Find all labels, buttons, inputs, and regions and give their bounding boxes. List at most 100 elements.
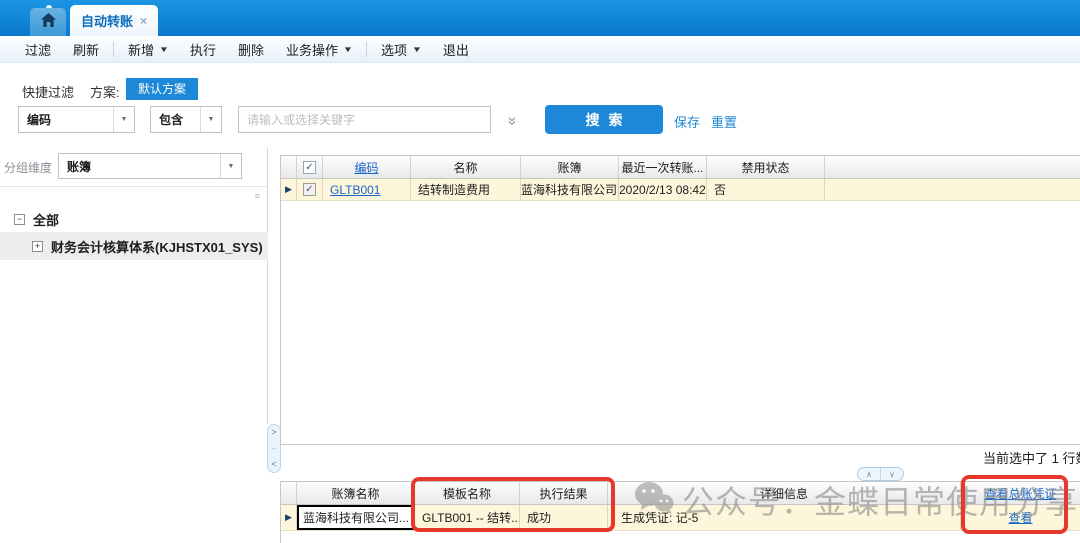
filter-operator-select[interactable]: 包含 ▼ — [150, 106, 222, 133]
cell-name-text: 结转制造费用 — [418, 181, 490, 198]
toolbar-button-exit-label: 退出 — [443, 40, 469, 59]
chevron-down-icon: ▼ — [113, 107, 134, 132]
header-exec-result[interactable]: 执行结果 — [520, 482, 608, 504]
toolbar-button-refresh-label: 刷新 — [73, 40, 99, 59]
tree-collapse-icon[interactable]: − — [14, 214, 25, 225]
cell-code[interactable]: GLTB001 — [323, 179, 411, 200]
row-pager[interactable]: ∧ ∨ — [857, 467, 904, 481]
toolbar-button-exit[interactable]: 退出 — [432, 36, 480, 62]
cell-disabled-status-text: 否 — [714, 181, 726, 198]
reset-link[interactable]: 重置 — [711, 112, 737, 131]
save-link[interactable]: 保存 — [674, 112, 700, 131]
tree-item-all[interactable]: − 全部 — [0, 206, 268, 232]
row-arrow-icon: ▶ — [285, 184, 292, 195]
cell-exec-result: 成功 — [520, 505, 608, 530]
view-voucher-header-link[interactable]: 查看总账凭证 — [984, 485, 1056, 502]
code-link[interactable]: GLTB001 — [330, 183, 380, 197]
cell-name: 结转制造费用 — [411, 179, 521, 200]
chevron-down-icon[interactable]: ∨ — [881, 468, 903, 480]
header-disabled-status[interactable]: 禁用状态 — [707, 156, 825, 178]
chevron-up-icon[interactable]: ∧ — [858, 468, 881, 480]
toolbar-button-refresh[interactable]: 刷新 — [62, 36, 110, 62]
collapse-left-icon[interactable]: < — [271, 460, 276, 469]
header-code[interactable]: 编码 — [323, 156, 411, 178]
header-code-label[interactable]: 编码 — [354, 159, 378, 176]
panel-splitter[interactable]: > – < — [267, 424, 281, 473]
header-book-name[interactable]: 账簿名称 — [297, 482, 415, 504]
cell-book: 蓝海科技有限公司 — [521, 179, 619, 200]
toolbar-button-business-ops[interactable]: 业务操作 ▼ — [275, 36, 363, 62]
tab-home[interactable] — [30, 8, 66, 36]
toolbar: 过滤 刷新 新增 ▼ 执行 删除 业务操作 ▼ 选项 ▼ 退出 — [0, 36, 1080, 63]
row-indicator-cell: ▶ — [281, 505, 297, 530]
filter-operator-select-value: 包含 — [151, 111, 200, 128]
toolbar-button-filter[interactable]: 过滤 — [14, 36, 62, 62]
cell-empty — [825, 179, 1080, 200]
toolbar-button-options[interactable]: 选项 ▼ — [370, 36, 432, 62]
cell-view[interactable]: 查看 — [961, 505, 1080, 530]
close-icon[interactable]: × — [140, 14, 147, 28]
expand-filter-icon[interactable]: « — [503, 112, 521, 130]
tree-handle-icon[interactable]: ≡ — [255, 191, 260, 201]
scheme-label: 方案: — [90, 82, 120, 101]
toolbar-button-business-ops-label: 业务操作 — [286, 40, 338, 59]
cell-book-name[interactable]: 蓝海科技有限公司... — [297, 505, 415, 530]
row-arrow-icon: ▶ — [285, 512, 292, 523]
execution-result-table: 账簿名称 模板名称 执行结果 详细信息 查看总账凭证 ▶ 蓝海科技有限公司... — [280, 481, 1080, 543]
select-all-checkbox-cell[interactable]: ✓ — [297, 156, 323, 178]
header-name-label: 名称 — [453, 159, 477, 176]
cell-exec-result-text: 成功 — [527, 509, 551, 526]
tab-auto-transfer[interactable]: 自动转账 × — [70, 5, 158, 36]
toolbar-button-new-label: 新增 — [128, 40, 154, 59]
table-row[interactable]: ▶ 蓝海科技有限公司... GLTB001 -- 结转... 成功 生成凭证: … — [281, 505, 1080, 531]
cell-book-text: 蓝海科技有限公司 — [521, 181, 617, 198]
chevron-down-icon: ▼ — [220, 154, 241, 178]
toolbar-separator — [113, 42, 114, 57]
cell-last-transfer-text: 2020/2/13 08:42 — [619, 183, 706, 197]
row-checkbox-cell[interactable]: ✓ — [297, 179, 323, 200]
header-name[interactable]: 名称 — [411, 156, 521, 178]
focused-cell[interactable]: 蓝海科技有限公司... — [297, 505, 414, 530]
toolbar-button-filter-label: 过滤 — [25, 40, 51, 59]
header-view-voucher[interactable]: 查看总账凭证 — [961, 482, 1080, 504]
header-exec-result-label: 执行结果 — [539, 485, 587, 502]
header-book-label: 账簿 — [557, 159, 581, 176]
select-all-checkbox[interactable]: ✓ — [303, 161, 316, 174]
header-last-transfer-label: 最近一次转账... — [621, 159, 703, 176]
header-book[interactable]: 账簿 — [521, 156, 619, 178]
group-dimension-label: 分组维度 — [4, 159, 52, 176]
toolbar-button-execute[interactable]: 执行 — [179, 36, 227, 62]
cell-last-transfer: 2020/2/13 08:42 — [619, 179, 707, 200]
chevron-down-icon: ▼ — [343, 45, 353, 54]
tree-item-accounting-system[interactable]: + 财务会计核算体系(KJHSTX01_SYS) — [0, 232, 268, 260]
chevron-down-icon: ▼ — [159, 45, 169, 54]
row-checkbox[interactable]: ✓ — [303, 183, 316, 196]
header-disabled-status-label: 禁用状态 — [741, 159, 789, 176]
sidebar: 分组维度 账簿 ▼ ≡ − 全部 + 财务会计核算体系(KJHSTX01_SYS… — [0, 148, 268, 424]
toolbar-button-new[interactable]: 新增 ▼ — [117, 36, 179, 62]
app-window: 自动转账 × 过滤 刷新 新增 ▼ 执行 删除 业务操作 ▼ 选项 ▼ — [0, 0, 1080, 543]
group-dimension-select[interactable]: 账簿 ▼ — [58, 153, 242, 179]
home-icon — [41, 13, 56, 32]
toolbar-button-delete[interactable]: 删除 — [227, 36, 275, 62]
execution-result-table-header: 账簿名称 模板名称 执行结果 详细信息 查看总账凭证 — [281, 482, 1080, 505]
scheme-default-chip[interactable]: 默认方案 — [126, 78, 198, 100]
collapse-right-icon[interactable]: > — [271, 428, 276, 437]
quick-filter-label: 快捷过滤 — [22, 82, 74, 101]
header-arrow-cell — [281, 482, 297, 504]
filter-field-select[interactable]: 编码 ▼ — [18, 106, 135, 133]
search-button[interactable]: 搜索 — [545, 105, 663, 134]
titlebar: 自动转账 × — [0, 0, 1080, 36]
splitter-dash-icon: – — [272, 444, 276, 453]
header-last-transfer[interactable]: 最近一次转账... — [619, 156, 707, 178]
table-row[interactable]: ▶ ✓ GLTB001 结转制造费用 蓝海科技有限公司 2020/2/13 08… — [281, 179, 1080, 201]
keyword-input[interactable] — [238, 106, 491, 133]
tree-expand-icon[interactable]: + — [32, 241, 43, 252]
header-empty-cell — [825, 156, 1080, 178]
header-detail-info-label: 详细信息 — [760, 485, 808, 502]
chevron-down-icon: ▼ — [412, 45, 422, 54]
view-link[interactable]: 查看 — [1008, 509, 1032, 526]
header-detail-info[interactable]: 详细信息 — [608, 482, 961, 504]
header-template-name[interactable]: 模板名称 — [415, 482, 520, 504]
toolbar-button-options-label: 选项 — [381, 40, 407, 59]
